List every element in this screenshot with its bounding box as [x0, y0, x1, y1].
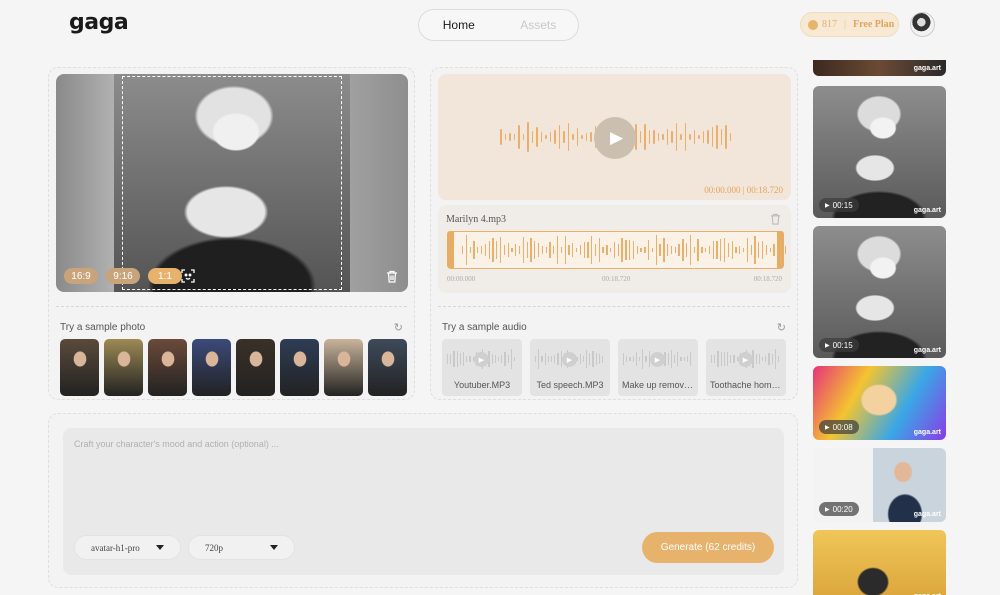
resolution-select[interactable]: 720p — [188, 535, 295, 560]
coin-icon — [808, 19, 818, 30]
model-select[interactable]: avatar-h1-pro — [74, 535, 181, 560]
caret-down-icon — [270, 545, 278, 550]
divider — [438, 306, 790, 307]
sample-photo-thumb[interactable] — [104, 339, 143, 396]
watermark: gaga.art — [913, 511, 941, 518]
sample-photo-thumb[interactable] — [60, 339, 99, 396]
sample-photo-thumb[interactable] — [368, 339, 407, 396]
tick-end: 00:18.720 — [753, 275, 782, 283]
video-card[interactable]: ▶ 00:15 gaga.art — [813, 86, 946, 218]
plan-label: Free Plan — [853, 19, 895, 30]
sample-audio-card[interactable]: ▶ Toothache home r... — [706, 339, 786, 396]
refresh-photos-icon[interactable]: ↻ — [394, 321, 403, 334]
face-crop-icon[interactable] — [181, 269, 195, 283]
play-icon: ▶ — [825, 506, 830, 513]
delete-audio-icon[interactable] — [770, 213, 781, 228]
watermark: gaga.art — [913, 65, 941, 72]
video-card[interactable]: ▶ 00:08 gaga.art — [813, 366, 946, 440]
refresh-audio-icon[interactable]: ↻ — [777, 321, 786, 334]
watermark: gaga.art — [913, 429, 941, 436]
video-card[interactable]: ▶ 00:15 gaga.art — [813, 226, 946, 358]
separator: | — [844, 19, 847, 30]
main-nav: Home Assets — [418, 9, 579, 41]
sample-audio-card[interactable]: ▶ Ted speech.MP3 — [530, 339, 610, 396]
credits-badge[interactable]: 817 | Free Plan — [800, 12, 899, 37]
video-card[interactable]: gaga.art — [813, 60, 946, 76]
play-icon[interactable]: ▶ — [562, 352, 577, 367]
video-card[interactable]: ▶ 00:20 gaga.art — [813, 448, 946, 522]
trim-waveform — [462, 235, 787, 265]
play-icon[interactable]: ▶ — [474, 352, 489, 367]
audio-trim-selector[interactable] — [447, 231, 787, 269]
sample-audio-card[interactable]: ▶ Make up remover ... — [618, 339, 698, 396]
duration-text: 00:15 — [832, 200, 853, 210]
video-card[interactable]: gaga.art — [813, 530, 946, 595]
trim-end-handle[interactable] — [777, 231, 784, 268]
sample-photo-thumb[interactable] — [148, 339, 187, 396]
tab-assets[interactable]: Assets — [499, 18, 579, 32]
play-icon[interactable]: ▶ — [594, 117, 636, 159]
sample-audio-list: ▶ Youtuber.MP3 ▶ Ted speech.MP3 ▶ Make up rem… — [442, 339, 786, 396]
caret-down-icon — [156, 545, 164, 550]
sample-photo-thumb[interactable] — [192, 339, 231, 396]
sample-audio-label: Make up remover ... — [622, 380, 698, 390]
sample-audio-card[interactable]: ▶ Youtuber.MP3 — [442, 339, 522, 396]
user-avatar[interactable] — [910, 12, 935, 37]
play-icon[interactable]: ▶ — [650, 352, 665, 367]
generate-button[interactable]: Generate (62 credits) — [642, 532, 774, 563]
delete-photo-icon[interactable] — [386, 270, 398, 288]
tick-mid: 00:18.720 — [602, 275, 631, 283]
video-duration: ▶ 00:20 — [819, 502, 859, 516]
ratio-16-9-button[interactable]: 16:9 — [64, 268, 98, 284]
video-duration: ▶ 00:15 — [819, 338, 859, 352]
crop-frame[interactable] — [122, 76, 342, 290]
photo-panel: 16:9 9:16 1:1 Try a sample photo ↻ — [48, 67, 415, 400]
tick-start: 00:00.000 — [447, 275, 476, 283]
tab-home[interactable]: Home — [419, 18, 499, 32]
watermark: gaga.art — [913, 207, 941, 214]
play-icon[interactable]: ▶ — [738, 352, 753, 367]
sample-audio-label: Youtuber.MP3 — [453, 380, 511, 390]
play-icon: ▶ — [825, 424, 830, 431]
duration-text: 00:20 — [832, 504, 853, 514]
sample-audio-label: Ted speech.MP3 — [536, 380, 604, 390]
sample-photo-thumb[interactable] — [236, 339, 275, 396]
watermark: gaga.art — [913, 347, 941, 354]
sample-photo-list — [60, 339, 407, 396]
duration-text: 00:15 — [832, 340, 853, 350]
prompt-panel: Craft your character's mood and action (… — [48, 413, 798, 588]
model-value: avatar-h1-pro — [91, 542, 140, 553]
video-duration: ▶ 00:15 — [819, 198, 859, 212]
trim-start-handle[interactable] — [447, 231, 454, 268]
prompt-textarea[interactable]: Craft your character's mood and action (… — [63, 428, 784, 575]
aspect-ratio-group: 16:9 9:16 1:1 — [64, 268, 182, 284]
credit-count: 817 — [822, 19, 837, 30]
sample-photo-thumb[interactable] — [280, 339, 319, 396]
audio-time: 00:00.000 | 00:18.720 — [704, 185, 783, 195]
sample-audio-label: Toothache home r... — [710, 380, 786, 390]
audio-player: ▶ 00:00.000 | 00:18.720 — [438, 74, 791, 200]
photo-preview[interactable]: 16:9 9:16 1:1 — [56, 74, 408, 292]
audio-trim-panel: Marilyn 4.mp3 00:00.000 00:18.720 00:18.… — [438, 205, 791, 293]
prompt-placeholder: Craft your character's mood and action (… — [74, 439, 279, 449]
resolution-value: 720p — [205, 542, 223, 553]
ratio-1-1-button[interactable]: 1:1 — [148, 268, 182, 284]
duration-text: 00:08 — [832, 422, 853, 432]
sample-photo-label: Try a sample photo — [60, 322, 146, 333]
audio-file-name: Marilyn 4.mp3 — [446, 214, 506, 225]
sample-photo-thumb[interactable] — [324, 339, 363, 396]
recent-videos-sidebar: gaga.art ▶ 00:15 gaga.art ▶ 00:15 gaga.art ▶ 00:… — [813, 60, 946, 595]
video-duration: ▶ 00:08 — [819, 420, 859, 434]
play-icon: ▶ — [825, 202, 830, 209]
audio-panel: ▶ 00:00.000 | 00:18.720 Marilyn 4.mp3 00… — [430, 67, 798, 400]
divider — [56, 306, 407, 307]
play-icon: ▶ — [825, 342, 830, 349]
gaga-logo[interactable]: gaga — [69, 10, 129, 35]
sample-audio-label: Try a sample audio — [442, 322, 527, 333]
ratio-9-16-button[interactable]: 9:16 — [106, 268, 140, 284]
